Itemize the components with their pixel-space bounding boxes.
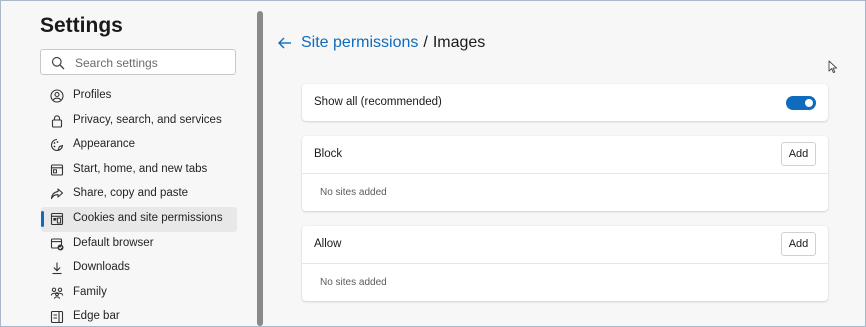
sidebar-item-label: Start, home, and new tabs bbox=[73, 162, 208, 175]
search-box[interactable] bbox=[40, 49, 236, 75]
search-input[interactable] bbox=[73, 52, 232, 74]
page-title: Images bbox=[432, 34, 486, 51]
settings-title: Settings bbox=[40, 14, 123, 37]
share-icon bbox=[50, 188, 64, 200]
sidebar-item-label: Downloads bbox=[73, 261, 130, 274]
sidebar-item-label: Family bbox=[73, 285, 107, 298]
lock-icon bbox=[51, 114, 63, 128]
search-icon bbox=[51, 56, 65, 70]
sidebar-item-profiles[interactable]: Profiles bbox=[41, 84, 237, 109]
block-header-row: Block Add bbox=[302, 136, 828, 173]
sidebar-item-family[interactable]: Family bbox=[41, 281, 237, 306]
block-empty-state: No sites added bbox=[302, 174, 828, 211]
block-empty-text: No sites added bbox=[320, 187, 387, 198]
show-all-toggle[interactable] bbox=[786, 96, 816, 110]
edge-bar-icon bbox=[50, 311, 64, 324]
sidebar-item-share-copy[interactable]: Share, copy and paste bbox=[41, 182, 237, 207]
block-label: Block bbox=[314, 148, 343, 160]
show-all-row: Show all (recommended) bbox=[302, 84, 828, 121]
sidebar-item-label: Privacy, search, and services bbox=[73, 113, 222, 126]
active-indicator bbox=[41, 210, 44, 227]
breadcrumb-separator: / bbox=[423, 34, 428, 51]
sidebar-item-label: Cookies and site permissions bbox=[73, 211, 223, 224]
cookies-permissions-icon bbox=[50, 212, 64, 226]
sidebar-item-label: Share, copy and paste bbox=[73, 187, 189, 200]
sidebar-item-label: Profiles bbox=[73, 89, 112, 101]
sidebar-item-downloads[interactable]: Downloads bbox=[41, 256, 237, 281]
sidebar-item-default-browser[interactable]: Default browser bbox=[41, 232, 237, 257]
sidebar-item-label: Appearance bbox=[73, 138, 136, 151]
appearance-icon bbox=[50, 139, 64, 152]
show-all-card: Show all (recommended) bbox=[302, 84, 828, 121]
mouse-cursor-icon bbox=[828, 60, 838, 74]
breadcrumb: Site permissions / Images bbox=[277, 32, 485, 54]
allow-add-button[interactable]: Add bbox=[781, 232, 816, 256]
sidebar-item-appearance[interactable]: Appearance bbox=[41, 133, 237, 158]
download-icon bbox=[52, 262, 62, 275]
family-icon bbox=[50, 287, 64, 299]
sidebar-item-label: Edge bar bbox=[73, 310, 120, 323]
sidebar: Settings Profiles bbox=[1, 1, 257, 326]
allow-label: Allow bbox=[314, 238, 342, 250]
sidebar-item-label: Default browser bbox=[73, 236, 154, 249]
sidebar-item-cookies[interactable]: Cookies and site permissions bbox=[41, 206, 237, 232]
block-card: Block Add No sites added bbox=[302, 136, 828, 211]
allow-card: Allow Add No sites added bbox=[302, 226, 828, 301]
settings-window: Settings Profiles bbox=[0, 0, 866, 327]
show-all-label: Show all (recommended) bbox=[314, 96, 442, 108]
block-add-button[interactable]: Add bbox=[781, 142, 816, 166]
breadcrumb-site-permissions-link[interactable]: Site permissions bbox=[301, 34, 418, 52]
sidebar-nav: Profiles Privacy, search, and services A… bbox=[41, 84, 237, 326]
profile-icon bbox=[50, 89, 64, 103]
sidebar-item-privacy[interactable]: Privacy, search, and services bbox=[41, 109, 237, 134]
start-tabs-icon bbox=[50, 164, 64, 176]
sidebar-item-start-home[interactable]: Start, home, and new tabs bbox=[41, 158, 237, 183]
main-content: Site permissions / Images Show all (reco… bbox=[263, 1, 865, 326]
default-browser-icon bbox=[50, 238, 64, 251]
allow-empty-text: No sites added bbox=[320, 277, 387, 288]
back-arrow-icon[interactable] bbox=[277, 35, 293, 51]
sidebar-item-edge-bar[interactable]: Edge bar bbox=[41, 305, 237, 326]
allow-header-row: Allow Add bbox=[302, 226, 828, 263]
allow-empty-state: No sites added bbox=[302, 264, 828, 301]
toggle-knob bbox=[805, 99, 813, 107]
